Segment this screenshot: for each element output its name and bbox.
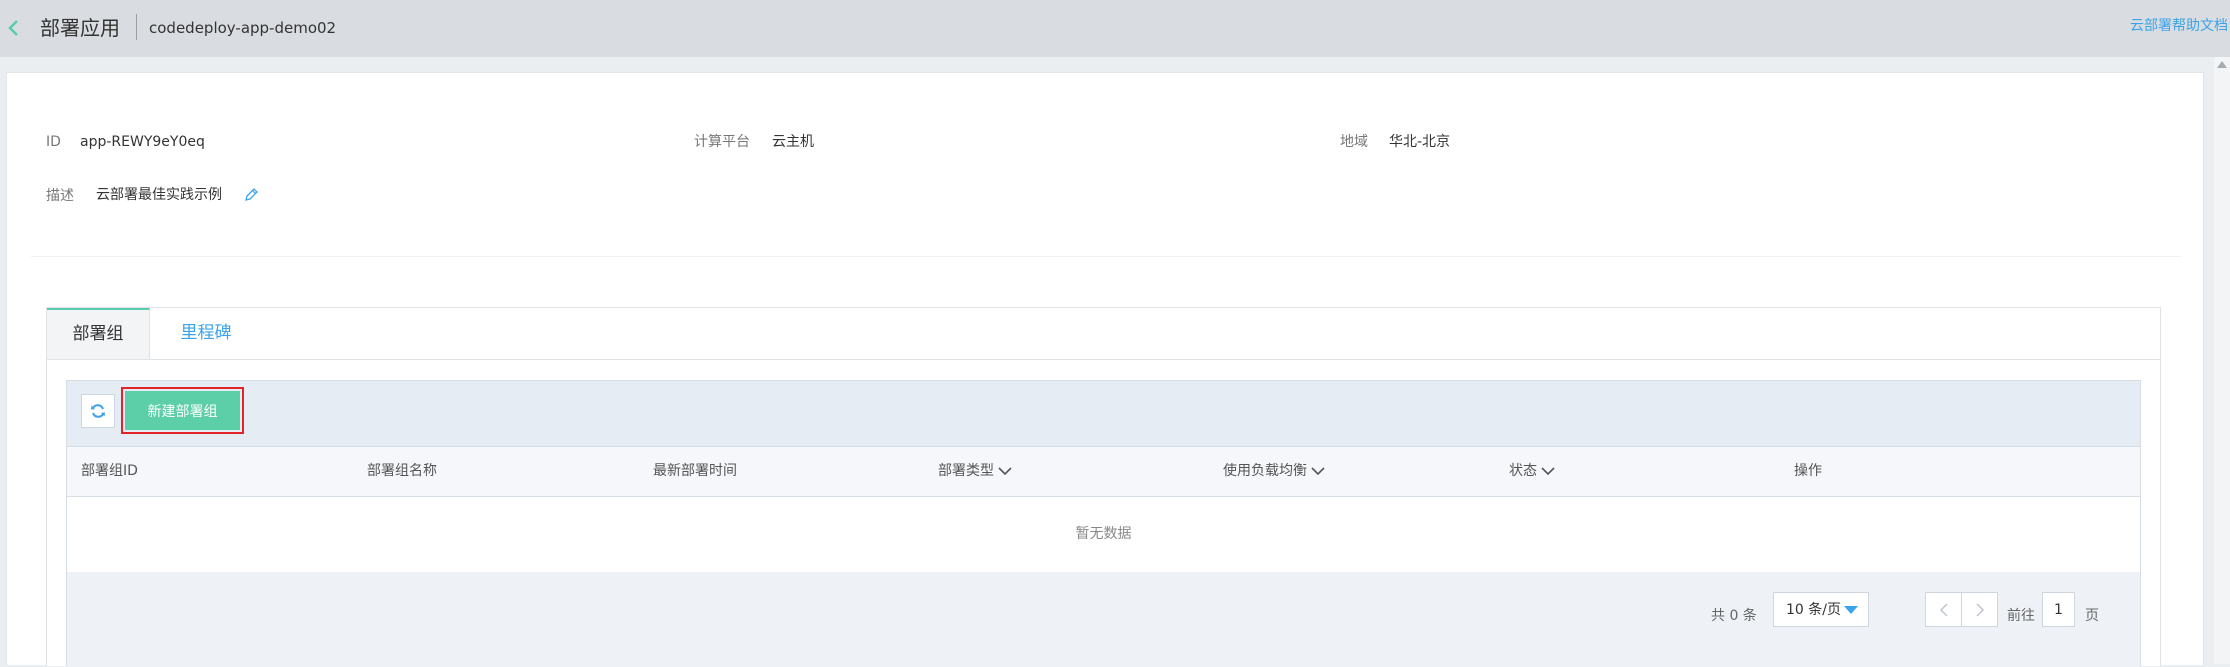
chevron-right-icon	[1976, 603, 1985, 617]
page-size-select[interactable]: 10 条/页	[1773, 592, 1869, 627]
caret-down-icon	[1844, 606, 1858, 614]
tab-bar: 部署组 里程碑	[47, 308, 2160, 360]
col-status[interactable]: 状态	[1509, 447, 1555, 496]
goto-label: 前往	[2007, 608, 2035, 624]
chevron-down-icon	[1311, 467, 1325, 476]
title-divider	[136, 14, 137, 40]
col-load-balancer-label: 使用负载均衡	[1223, 463, 1307, 479]
page-size-value: 10 条/页	[1786, 602, 1841, 618]
scroll-up-arrow-icon[interactable]	[2217, 61, 2227, 68]
col-deploy-group-id: 部署组ID	[81, 463, 138, 479]
chevron-left-icon	[1939, 603, 1948, 617]
chevron-down-icon	[998, 467, 1012, 476]
col-deploy-type-label: 部署类型	[938, 463, 994, 479]
top-header: 部署应用 codedeploy-app-demo02 云部署帮助文档	[0, 0, 2230, 57]
id-label: ID	[46, 134, 61, 150]
next-page-button[interactable]	[1961, 592, 1998, 627]
scrollbar[interactable]	[2214, 57, 2230, 664]
tab-milestones[interactable]: 里程碑	[151, 308, 261, 359]
prev-page-button[interactable]	[1925, 592, 1962, 627]
refresh-icon	[91, 404, 105, 418]
app-name: codedeploy-app-demo02	[149, 19, 337, 37]
new-deploy-group-button[interactable]: 新建部署组	[125, 391, 240, 430]
page-unit: 页	[2085, 608, 2099, 624]
section-divider	[31, 256, 2181, 257]
region-label: 地域	[1340, 134, 1368, 150]
app-detail-card: ID app-REWY9eY0eq 计算平台 云主机 地域 华北-北京 描述 云…	[6, 72, 2204, 667]
col-load-balancer[interactable]: 使用负载均衡	[1223, 447, 1325, 496]
refresh-button[interactable]	[81, 394, 115, 428]
total-count: 共 0 条	[1711, 608, 1757, 624]
tabs-panel: 部署组 里程碑 新建部署组 部署组ID 部署组名称 最新部署时间 部署类型 使用…	[46, 307, 2161, 667]
region-value: 华北-北京	[1389, 134, 1451, 150]
platform-label: 计算平台	[694, 134, 750, 150]
help-doc-link[interactable]: 云部署帮助文档	[2130, 16, 2228, 36]
col-latest-deploy-time: 最新部署时间	[653, 463, 737, 479]
empty-text: 暂无数据	[1075, 526, 1132, 542]
deploy-group-grid: 新建部署组 部署组ID 部署组名称 最新部署时间 部署类型 使用负载均衡 状态 …	[66, 380, 2141, 667]
tab-deploy-groups[interactable]: 部署组	[47, 308, 150, 359]
desc-value: 云部署最佳实践示例	[96, 187, 222, 203]
pagination: 共 0 条 10 条/页 前往 页	[67, 572, 2140, 667]
col-deploy-group-name: 部署组名称	[367, 463, 437, 479]
col-actions: 操作	[1794, 463, 1822, 479]
chevron-left-icon[interactable]	[6, 17, 22, 39]
col-deploy-type[interactable]: 部署类型	[938, 447, 1012, 496]
page-title: 部署应用	[40, 16, 120, 40]
pencil-edit-icon[interactable]	[243, 187, 259, 203]
platform-value: 云主机	[772, 134, 814, 150]
table-header: 部署组ID 部署组名称 最新部署时间 部署类型 使用负载均衡 状态 操作	[67, 446, 2140, 497]
empty-row: 暂无数据	[67, 497, 2140, 573]
desc-label: 描述	[46, 188, 74, 204]
col-status-label: 状态	[1509, 463, 1537, 479]
grid-toolbar: 新建部署组	[67, 381, 2140, 446]
chevron-down-icon	[1541, 467, 1555, 476]
id-value: app-REWY9eY0eq	[80, 134, 205, 150]
goto-page-input[interactable]	[2042, 592, 2075, 627]
